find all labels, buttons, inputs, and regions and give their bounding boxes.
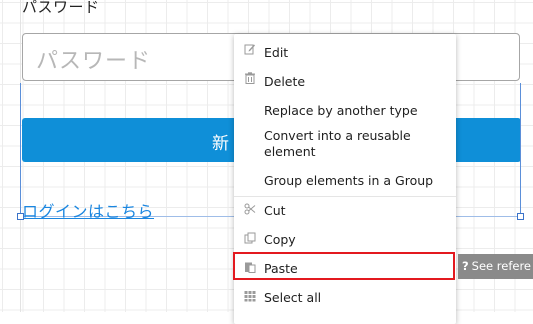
menu-item-replace-type[interactable]: Replace by another type — [234, 98, 456, 122]
menu-item-label: Delete — [264, 74, 306, 89]
menu-item-label: Convert into a reusable element — [264, 128, 411, 159]
password-placeholder: パスワード — [36, 49, 152, 74]
menu-item-label: Cut — [264, 203, 286, 218]
password-label: パスワード — [22, 0, 100, 16]
menu-item-label: Copy — [264, 232, 296, 247]
menu-item-label: Replace by another type — [264, 103, 418, 118]
menu-item-cut[interactable]: Cut — [234, 199, 456, 223]
scissors-icon — [244, 203, 256, 215]
resize-handle-bottom-right[interactable] — [517, 213, 524, 220]
menu-item-copy[interactable]: Copy — [234, 228, 456, 252]
selection-outline-right — [520, 83, 521, 217]
menu-separator — [234, 196, 456, 197]
context-menu: Edit Delete Replace by another type Conv… — [234, 34, 456, 324]
see-reference-tooltip[interactable]: ? See refere — [458, 254, 533, 279]
submit-button-label: 新 — [212, 134, 229, 154]
edit-icon — [244, 43, 256, 55]
menu-item-convert-reusable[interactable]: Convert into a reusable element — [234, 126, 456, 160]
question-icon: ? — [462, 259, 469, 273]
menu-item-group-elements[interactable]: Group elements in a Group — [234, 171, 456, 195]
copy-icon — [244, 232, 256, 244]
grid-icon — [244, 290, 256, 302]
paste-highlight-box — [233, 252, 455, 280]
menu-item-label: Edit — [264, 45, 289, 60]
menu-item-label: Select all — [264, 290, 322, 305]
login-link[interactable]: ログインはこちら — [22, 198, 154, 222]
trash-icon — [244, 72, 256, 84]
tooltip-text: See refere — [471, 259, 532, 273]
resize-handle-bottom-left[interactable] — [17, 213, 24, 220]
selection-outline-left — [20, 83, 21, 217]
menu-item-delete[interactable]: Delete — [234, 69, 456, 93]
menu-item-select-all[interactable]: Select all — [234, 286, 456, 310]
menu-item-edit[interactable]: Edit — [234, 40, 456, 64]
menu-item-label: Group elements in a Group — [264, 173, 434, 188]
